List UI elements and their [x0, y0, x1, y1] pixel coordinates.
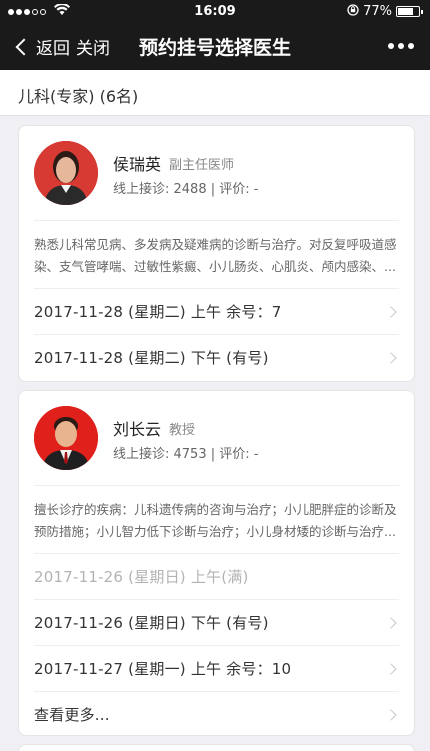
more-dot-icon	[398, 43, 404, 49]
doctor-description: 擅长诊疗的疾病：儿科遗传病的咨询与治疗；小儿肥胖症的诊断及预防措施；小儿智力低下…	[34, 485, 399, 553]
doctor-card: 刘长云 教授 线上接诊: 4753 | 评价: - 擅长诊疗的疾病：儿科遗传病的…	[18, 390, 415, 736]
doctor-stats: 线上接诊: 4753 | 评价: -	[113, 447, 259, 462]
doctor-name: 侯瑞英	[113, 155, 162, 174]
page-title: 预约挂号选择医生	[138, 37, 291, 59]
chevron-right-icon	[385, 709, 397, 721]
doctor-profile[interactable]: 刘长云 教授 线上接诊: 4753 | 评价: -	[19, 391, 414, 485]
rotation-lock-icon	[347, 4, 359, 19]
doctor-description: 熟悉儿科常见病、多发病及疑难病的诊断与治疗。对反复呼吸道感染、支气管哮喘、过敏性…	[34, 220, 399, 288]
chevron-right-icon	[385, 617, 397, 629]
battery-icon	[396, 6, 423, 17]
schedule-slot[interactable]: 2017-11-27 (星期一) 上午 余号：10	[34, 645, 399, 691]
more-dot-icon	[408, 43, 414, 49]
doctor-title: 副主任医师	[169, 158, 235, 173]
department-header: 儿科(专家) (6名)	[0, 70, 430, 116]
schedule-slot[interactable]: 2017-11-26 (星期日) 下午 (有号)	[34, 599, 399, 645]
view-more-button[interactable]: 查看更多...	[34, 691, 399, 737]
schedule-slot-label: 2017-11-27 (星期一) 上午 余号：10	[34, 660, 292, 678]
nav-bar: 返回 关闭 预约挂号选择医生	[0, 24, 430, 70]
schedule-slot[interactable]: 2017-11-28 (星期二) 上午 余号：7	[34, 288, 399, 334]
doctor-card: 侯瑞英 副主任医师 线上接诊: 2488 | 评价: - 熟悉儿科常见病、多发病…	[18, 125, 415, 382]
doctor-avatar	[34, 141, 98, 205]
doctor-title: 教授	[169, 423, 196, 438]
chevron-right-icon	[385, 663, 397, 675]
more-dot-icon	[388, 43, 394, 49]
battery-percent: 77%	[363, 4, 392, 19]
doctor-avatar	[34, 406, 98, 470]
doctor-name: 刘长云	[113, 420, 162, 439]
schedule-slot-label: 2017-11-28 (星期二) 上午 余号：7	[34, 303, 282, 321]
more-options-button[interactable]	[388, 34, 414, 49]
schedule-slot-label: 2017-11-26 (星期日) 下午 (有号)	[34, 614, 269, 632]
doctor-card-partial	[18, 744, 415, 751]
chevron-right-icon	[385, 306, 397, 318]
schedule-slot-full: 2017-11-26 (星期日) 上午(满)	[34, 553, 399, 599]
doctor-stats: 线上接诊: 2488 | 评价: -	[113, 182, 259, 197]
schedule-slot[interactable]: 2017-11-28 (星期二) 下午 (有号)	[34, 334, 399, 380]
status-bar: 16:09 77%	[0, 0, 430, 24]
chevron-right-icon	[385, 352, 397, 364]
schedule-slot-label: 2017-11-26 (星期日) 上午(满)	[34, 568, 249, 586]
schedule-slot-label: 2017-11-28 (星期二) 下午 (有号)	[34, 349, 269, 367]
doctor-profile[interactable]: 侯瑞英 副主任医师 线上接诊: 2488 | 评价: -	[19, 126, 414, 220]
view-more-label: 查看更多...	[34, 706, 110, 724]
